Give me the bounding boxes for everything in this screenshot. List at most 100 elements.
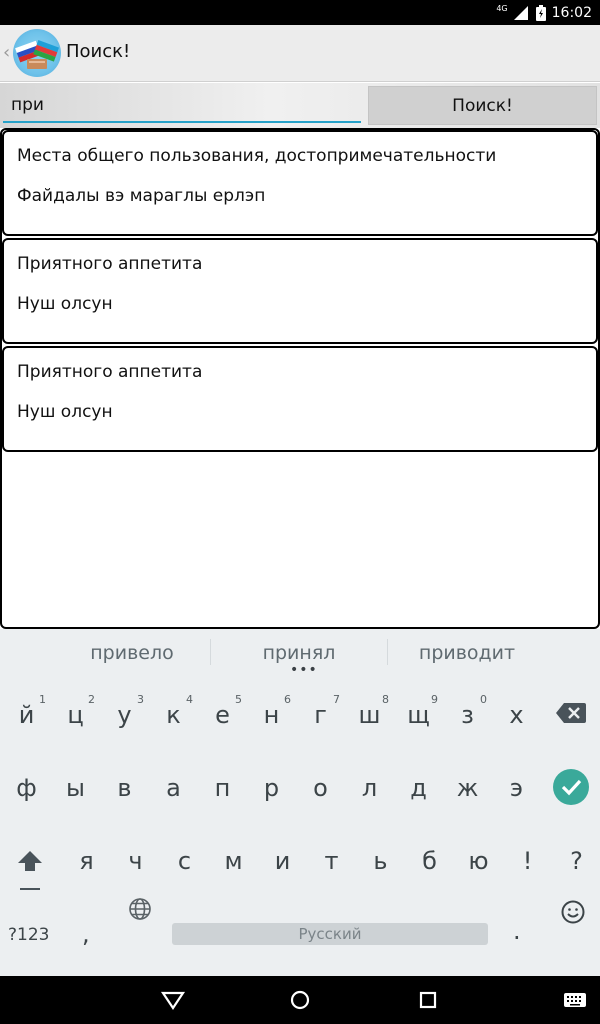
key-label: ю bbox=[468, 847, 489, 875]
key-hint: 5 bbox=[235, 693, 242, 706]
period-key[interactable]: . bbox=[513, 917, 521, 945]
key-hint: 8 bbox=[382, 693, 389, 706]
azerbaijani-phrase: Файдалы вэ мараглы ерлэп bbox=[17, 186, 266, 206]
suggestion-divider bbox=[387, 639, 388, 665]
key-label: е bbox=[215, 701, 230, 729]
key[interactable]: с bbox=[160, 847, 209, 875]
key-label: ? bbox=[570, 847, 583, 875]
key-label: у bbox=[117, 701, 132, 729]
key-hint: 0 bbox=[480, 693, 487, 706]
key[interactable]: ц2 bbox=[51, 693, 100, 729]
key-label: к bbox=[166, 701, 181, 729]
key-label: а bbox=[166, 774, 181, 802]
search-input[interactable] bbox=[3, 89, 361, 123]
key[interactable]: э bbox=[492, 774, 541, 802]
key-label: в bbox=[117, 774, 132, 802]
search-bar: Поиск! bbox=[0, 83, 600, 128]
key-hint: 3 bbox=[137, 693, 144, 706]
recents-icon[interactable] bbox=[415, 988, 441, 1012]
russian-phrase: Приятного аппетита bbox=[17, 254, 203, 274]
key[interactable]: м bbox=[209, 847, 258, 875]
suggestion-1[interactable]: привело bbox=[70, 642, 194, 664]
key-label: м bbox=[224, 847, 243, 875]
key-label: д bbox=[410, 774, 427, 802]
key[interactable]: к4 bbox=[149, 693, 198, 729]
key[interactable]: ш8 bbox=[345, 693, 394, 729]
key[interactable]: ы bbox=[51, 774, 100, 802]
suggestion-divider bbox=[210, 639, 211, 665]
key[interactable]: ч bbox=[111, 847, 160, 875]
page-title: Поиск! bbox=[66, 41, 131, 62]
key-hint: 7 bbox=[333, 693, 340, 706]
key[interactable]: х bbox=[492, 701, 541, 729]
search-button[interactable]: Поиск! bbox=[368, 86, 597, 125]
key[interactable]: в bbox=[100, 774, 149, 802]
key[interactable]: л bbox=[345, 774, 394, 802]
suggestion-3[interactable]: приводит bbox=[405, 642, 529, 664]
app-logo[interactable] bbox=[13, 29, 61, 77]
key[interactable]: ж bbox=[443, 774, 492, 802]
russian-phrase: Приятного аппетита bbox=[17, 362, 203, 382]
key-label: с bbox=[177, 847, 192, 875]
back-icon[interactable] bbox=[160, 988, 186, 1012]
list-item[interactable]: Места общего пользования, достопримечате… bbox=[2, 130, 598, 236]
key[interactable]: я bbox=[62, 847, 111, 875]
key[interactable]: щ9 bbox=[394, 693, 443, 729]
key[interactable]: ю bbox=[454, 847, 503, 875]
key[interactable]: ф bbox=[2, 774, 51, 802]
key[interactable]: ь bbox=[356, 847, 405, 875]
key-label: щ bbox=[407, 701, 430, 729]
key[interactable]: е5 bbox=[198, 693, 247, 729]
space-bar[interactable]: Русский bbox=[172, 923, 488, 945]
key[interactable]: г7 bbox=[296, 693, 345, 729]
russian-phrase: Места общего пользования, достопримечате… bbox=[17, 146, 497, 166]
key-label: ы bbox=[66, 774, 85, 802]
key-label: н bbox=[263, 701, 280, 729]
key-label: ж bbox=[456, 774, 479, 802]
key-label: р bbox=[263, 774, 280, 802]
network-type: 4G bbox=[496, 4, 508, 13]
keyboard-switch-icon[interactable] bbox=[562, 988, 588, 1012]
key-hint: 9 bbox=[431, 693, 438, 706]
key-label: г bbox=[314, 701, 327, 729]
action-bar: ‹ Поиск! bbox=[0, 25, 600, 82]
back-chevron-icon[interactable]: ‹ bbox=[3, 42, 10, 63]
key[interactable]: и bbox=[258, 847, 307, 875]
key-label: э bbox=[509, 774, 524, 802]
home-icon[interactable] bbox=[287, 988, 313, 1012]
key[interactable]: ! bbox=[503, 847, 552, 875]
navigation-bar bbox=[0, 976, 600, 1024]
key-hint: 1 bbox=[39, 693, 46, 706]
key[interactable]: о bbox=[296, 774, 345, 802]
signal-icon bbox=[513, 5, 530, 20]
key[interactable]: а bbox=[149, 774, 198, 802]
key[interactable]: у3 bbox=[100, 693, 149, 729]
key-label: л bbox=[361, 774, 378, 802]
key[interactable]: д bbox=[394, 774, 443, 802]
key[interactable]: п bbox=[198, 774, 247, 802]
keyboard-bottom-row: Русский bbox=[0, 921, 600, 961]
key[interactable]: н6 bbox=[247, 693, 296, 729]
key-label: о bbox=[313, 774, 328, 802]
list-item[interactable]: Приятного аппетита Нуш олсун bbox=[2, 346, 598, 452]
key[interactable]: з0 bbox=[443, 693, 492, 729]
key[interactable]: й1 bbox=[2, 693, 51, 729]
key[interactable]: б bbox=[405, 847, 454, 875]
key[interactable]: р bbox=[247, 774, 296, 802]
keyboard: й1ц2у3к4е5н6г7ш8щ9з0х фывапролджэ ячсмит… bbox=[0, 677, 600, 976]
status-bar: 4G 16:02 bbox=[0, 0, 600, 25]
list-item[interactable]: Приятного аппетита Нуш олсун bbox=[2, 238, 598, 344]
globe-icon[interactable] bbox=[128, 897, 152, 921]
shift-icon[interactable] bbox=[17, 849, 43, 893]
backspace-icon[interactable] bbox=[556, 702, 586, 724]
suggestion-2[interactable]: принял bbox=[236, 642, 362, 664]
key-label: б bbox=[422, 847, 437, 875]
azerbaijani-phrase: Нуш олсун bbox=[17, 294, 113, 314]
key[interactable]: ? bbox=[552, 847, 600, 875]
key-label: и bbox=[274, 847, 291, 875]
enter-check-icon[interactable] bbox=[553, 769, 589, 805]
more-suggestions-icon[interactable]: ••• bbox=[290, 662, 318, 678]
battery-charging-icon bbox=[535, 4, 546, 21]
emoji-icon[interactable] bbox=[560, 899, 586, 925]
key[interactable]: т bbox=[307, 847, 356, 875]
